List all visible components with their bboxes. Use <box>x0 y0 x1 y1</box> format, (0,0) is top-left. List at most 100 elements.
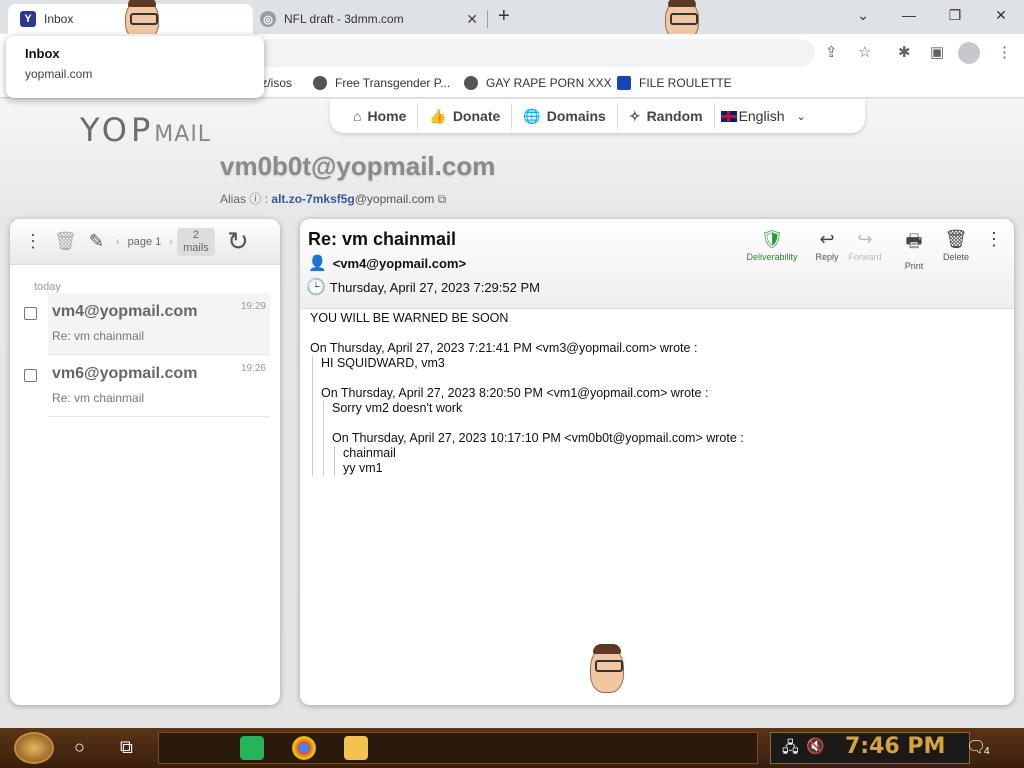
mail-list-item[interactable]: vm4@yopmail.com Re: vm chainmail 19:29 <box>24 293 270 355</box>
mail-time: 19:29 <box>240 301 266 312</box>
close-tab-icon[interactable]: ✕ <box>466 11 478 28</box>
action-label: Deliverability <box>746 252 798 262</box>
logo-text: YOP <box>80 111 155 149</box>
minimize-icon[interactable]: — <box>886 4 932 26</box>
menu-kebab-icon[interactable]: ⋮ <box>997 43 1012 61</box>
page-indicator: page 1 <box>127 235 162 248</box>
action-label: Print <box>904 261 924 271</box>
current-email-address: vm0b0t@yopmail.com <box>220 151 496 181</box>
quote-block: chainmail yy vm1 <box>334 446 744 476</box>
quote-header: On Thursday, April 27, 2023 8:20:50 PM <… <box>321 386 709 400</box>
bookmark-label: GAY RAPE PORN XXX <box>486 76 612 90</box>
message-panel: Re: vm chainmail 👤 <vm4@yopmail.com> 🕒 Thu… <box>300 219 1014 705</box>
quote-header: On Thursday, April 27, 2023 10:17:10 PM … <box>332 431 744 445</box>
nav-label: Donate <box>452 108 501 124</box>
message-header: Re: vm chainmail 👤 <vm4@yopmail.com> 🕒 Thu… <box>300 219 1014 309</box>
language-select[interactable]: English ⌄ <box>715 108 806 124</box>
quote-block: HI SQUIDWARD, vm3 On Thursday, April 27,… <box>312 356 744 476</box>
mail-list-item[interactable]: vm6@yopmail.com Re: vm chainmail 19:26 <box>24 355 270 417</box>
info-icon[interactable]: ⓘ <box>249 192 261 206</box>
windows-taskbar: ○ ⧉ 🖧 🔇 7:46 PM 🗨 4 <box>0 728 1024 768</box>
sheets-app-icon[interactable] <box>240 736 264 760</box>
bookmark-star-icon[interactable]: ☆ <box>858 43 871 61</box>
task-view-icon[interactable]: ⧉ <box>120 737 133 758</box>
forward-button[interactable]: ↪ Forward <box>837 229 893 262</box>
bookmark-favicon-icon <box>313 76 327 90</box>
mail-sender: vm6@yopmail.com <box>52 365 198 382</box>
menu-kebab-icon[interactable]: ⋮ <box>24 231 42 252</box>
new-tab-icon[interactable]: + <box>498 5 510 28</box>
alias-domain: @yopmail.com <box>354 192 435 206</box>
extensions-icon[interactable]: ✱ <box>898 43 911 61</box>
yopmail-logo[interactable]: YOPMAIL <box>80 111 211 149</box>
action-label: Delete <box>942 252 969 262</box>
tab-search-icon[interactable]: ⌄ <box>840 4 886 26</box>
nav-label: Random <box>646 108 703 124</box>
mail-checkbox[interactable] <box>24 307 37 320</box>
chevron-down-icon: ⌄ <box>796 110 806 123</box>
restore-icon[interactable]: ❐ <box>932 4 978 26</box>
chrome-app-icon[interactable] <box>292 736 316 760</box>
tab-divider <box>487 10 488 28</box>
nav-domains[interactable]: 🌐 Domains <box>512 103 618 129</box>
start-button[interactable] <box>14 732 54 764</box>
tab-nfl-draft[interactable]: ◎ NFL draft - 3dmm.com ✕ <box>252 4 490 34</box>
close-window-icon[interactable]: ✕ <box>978 4 1024 26</box>
alias-value[interactable]: alt.zo-7mksf5g <box>271 192 354 206</box>
thumbs-up-icon: 👍 <box>429 107 447 124</box>
message-date: 🕒 Thursday, April 27, 2023 7:29:52 PM <box>306 277 540 297</box>
file-explorer-icon[interactable] <box>344 736 368 760</box>
more-options-button[interactable]: ⋮ <box>966 229 1014 252</box>
nav-home[interactable]: ⌂ Home <box>342 103 419 129</box>
magic-wand-icon: ✧ <box>628 107 641 124</box>
forward-arrow-icon: ↪ <box>857 229 873 249</box>
action-label: Forward <box>848 252 882 262</box>
profile-avatar[interactable] <box>958 42 980 64</box>
trash-icon[interactable]: 🗑 <box>54 231 77 252</box>
tab-title: Inbox <box>44 12 74 26</box>
taskbar-clock[interactable]: 7:46 PM <box>845 734 945 759</box>
date-group-label: today <box>34 281 61 293</box>
volume-muted-icon[interactable]: 🔇 <box>806 737 825 755</box>
nav-donate[interactable]: 👍 Donate <box>418 103 513 129</box>
side-panel-icon[interactable]: ▣ <box>930 43 944 61</box>
alias-line: Alias ⓘ : alt.zo-7mksf5g@yopmail.com ⧉ <box>220 192 447 206</box>
mail-sender: vm4@yopmail.com <box>52 303 198 320</box>
bookmark-item[interactable]: GAY RAPE PORN XXX <box>464 76 612 90</box>
compose-pencil-icon[interactable]: ✎ <box>89 231 104 252</box>
quote-text: chainmail <box>343 446 396 460</box>
mail-subject: Re: vm chainmail <box>52 391 145 405</box>
quote-text: yy vm1 <box>343 461 383 475</box>
deliverability-button[interactable]: 🛡 Deliverability <box>744 229 800 262</box>
yopmail-page: YOPMAIL ⌂ Home 👍 Donate 🌐 Domains ✧ Random E… <box>0 99 1024 728</box>
cartoon-character-decoration <box>590 644 624 693</box>
clock-icon: 🕒 <box>306 279 326 296</box>
message-body: YOU WILL BE WARNED BE SOON On Thursday, … <box>310 311 744 476</box>
bookmark-favicon-icon <box>617 76 631 90</box>
mail-count-number: 2 <box>192 228 200 241</box>
tab-hover-card: Inbox yopmail.com <box>6 36 264 98</box>
refresh-icon[interactable]: ↻ <box>227 226 249 257</box>
tooltip-domain: yopmail.com <box>25 67 93 81</box>
chevron-left-icon[interactable]: ‹ <box>116 236 120 248</box>
share-icon[interactable]: ⇪ <box>825 43 838 61</box>
address-bar[interactable] <box>255 39 815 67</box>
search-circle-icon[interactable]: ○ <box>74 737 85 758</box>
mail-count-word: mails <box>183 241 209 254</box>
top-nav: ⌂ Home 👍 Donate 🌐 Domains ✧ Random English ⌄ <box>330 99 865 133</box>
globe-favicon: ◎ <box>260 11 276 27</box>
mail-checkbox[interactable] <box>24 369 37 382</box>
tooltip-title: Inbox <box>25 46 60 61</box>
bookmark-item[interactable]: FILE ROULETTE <box>617 76 732 90</box>
bookmark-label: FILE ROULETTE <box>639 76 732 90</box>
network-icon[interactable]: 🖧 <box>782 737 799 762</box>
yopmail-favicon: Y <box>20 11 36 27</box>
nav-random[interactable]: ✧ Random <box>618 103 715 129</box>
copy-icon[interactable]: ⧉ <box>438 192 447 206</box>
bookmark-item[interactable]: Free Transgender P... <box>313 76 450 90</box>
chevron-right-icon[interactable]: › <box>169 236 173 248</box>
mail-count-badge: 2 mails <box>176 227 215 256</box>
alias-label: Alias <box>220 192 247 206</box>
